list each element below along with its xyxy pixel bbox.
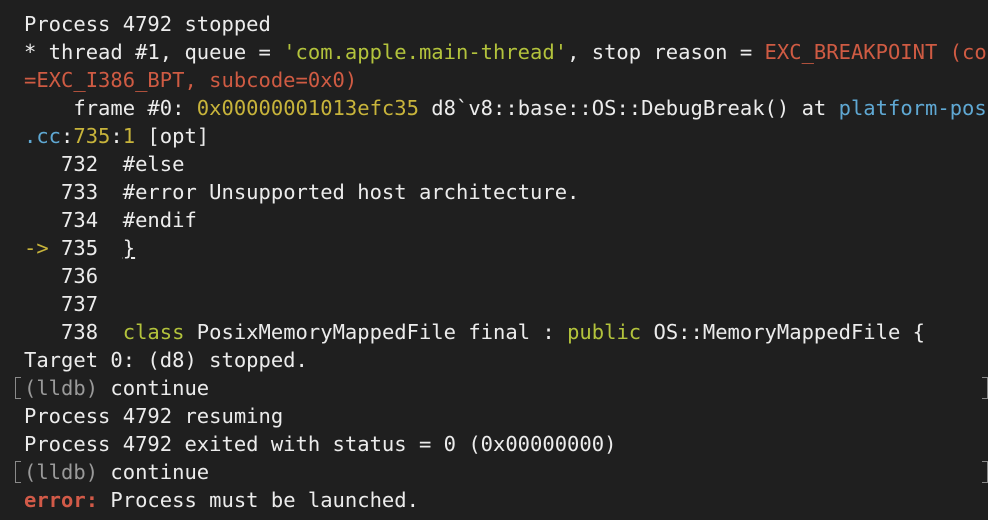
source-marker xyxy=(24,292,61,316)
cursor-char: } xyxy=(122,236,136,260)
target-stopped-text: Target 0: (d8) stopped. xyxy=(24,348,308,372)
source-line: 738 class PosixMemoryMappedFile final : … xyxy=(0,318,988,346)
process-stopped-text: Process 4792 stopped xyxy=(24,12,271,36)
command-marker-right xyxy=(982,377,988,399)
source-line-number: 734 xyxy=(61,208,99,232)
process-exited-text: Process 4792 exited with status = 0 (0x0… xyxy=(24,432,617,456)
frame-colon: : xyxy=(61,124,74,148)
source-line: 733 #error Unsupported host architecture… xyxy=(0,178,988,206)
source-code: OS::MemoryMappedFile { xyxy=(641,320,926,344)
source-marker xyxy=(24,208,61,232)
frame-colon: : xyxy=(110,124,123,148)
command-text: continue xyxy=(98,376,210,400)
frame-column: 1 xyxy=(122,124,136,148)
frame-location-line: .cc:735:1 [opt] xyxy=(0,122,988,150)
frame-address: 0x00000001013efc35 xyxy=(196,96,419,120)
source-code: PosixMemoryMappedFile final : xyxy=(184,320,568,344)
queue-name: 'com.apple.main-thread' xyxy=(283,40,568,64)
source-marker xyxy=(24,180,61,204)
source-code: #error Unsupported host architecture. xyxy=(98,180,580,204)
source-line-number: 732 xyxy=(61,152,99,176)
frame-file: platform-posix xyxy=(838,96,988,120)
command-marker-right xyxy=(982,461,988,483)
frame-file-ext: .cc xyxy=(24,124,62,148)
frame-line-number: 735 xyxy=(73,124,111,148)
error-label: error: xyxy=(24,488,99,512)
command-line[interactable]: (lldb) continue xyxy=(0,458,988,486)
source-code: #endif xyxy=(98,208,197,232)
source-line-number: 737 xyxy=(61,292,99,316)
error-message: Process must be launched. xyxy=(98,488,419,512)
output-line: Process 4792 stopped xyxy=(0,10,988,38)
output-line: Target 0: (d8) stopped. xyxy=(0,346,988,374)
source-line-number: 735 xyxy=(61,236,99,260)
source-code xyxy=(98,236,123,260)
source-marker xyxy=(24,152,61,176)
thread-info-line: * thread #1, queue = 'com.apple.main-thr… xyxy=(0,38,988,66)
command-marker-left xyxy=(15,377,21,399)
lldb-prompt: (lldb) xyxy=(24,376,99,400)
source-line: 737 xyxy=(0,290,988,318)
output-line: Process 4792 resuming xyxy=(0,402,988,430)
stop-reason: EXC_BREAKPOINT (code xyxy=(764,40,988,64)
process-resuming-text: Process 4792 resuming xyxy=(24,404,284,428)
lldb-prompt: (lldb) xyxy=(24,460,99,484)
command-line[interactable]: (lldb) continue xyxy=(0,374,988,402)
source-line: 736 xyxy=(0,262,988,290)
stop-reason-code-text: =EXC_I386_BPT, subcode=0x0) xyxy=(24,68,358,92)
source-line: 732 #else xyxy=(0,150,988,178)
source-line-number: 733 xyxy=(61,180,99,204)
terminal-output[interactable]: Process 4792 stopped * thread #1, queue … xyxy=(0,0,988,520)
command-marker-left xyxy=(15,461,21,483)
thread-prefix-text: * thread #1, queue = xyxy=(24,40,284,64)
keyword-class: class xyxy=(122,320,185,344)
source-marker xyxy=(24,264,61,288)
source-line-number: 736 xyxy=(61,264,99,288)
thread-mid-text: , stop reason = xyxy=(567,40,765,64)
error-line: error: Process must be launched. xyxy=(0,486,988,514)
source-line-number: 738 xyxy=(24,320,123,344)
source-line-current: -> 735 } xyxy=(0,234,988,262)
frame-prefix: frame #0: xyxy=(24,96,197,120)
source-code: #else xyxy=(98,152,185,176)
frame-line: frame #0: 0x00000001013efc35 d8`v8::base… xyxy=(0,94,988,122)
command-text: continue xyxy=(98,460,210,484)
source-line: 734 #endif xyxy=(0,206,988,234)
frame-function: d8`v8::base::OS::DebugBreak() at xyxy=(418,96,839,120)
keyword-public: public xyxy=(567,320,642,344)
current-line-arrow: -> xyxy=(24,236,62,260)
frame-opt-flag: [opt] xyxy=(135,124,210,148)
stop-reason-continued: =EXC_I386_BPT, subcode=0x0) xyxy=(0,66,988,94)
output-line: Process 4792 exited with status = 0 (0x0… xyxy=(0,430,988,458)
